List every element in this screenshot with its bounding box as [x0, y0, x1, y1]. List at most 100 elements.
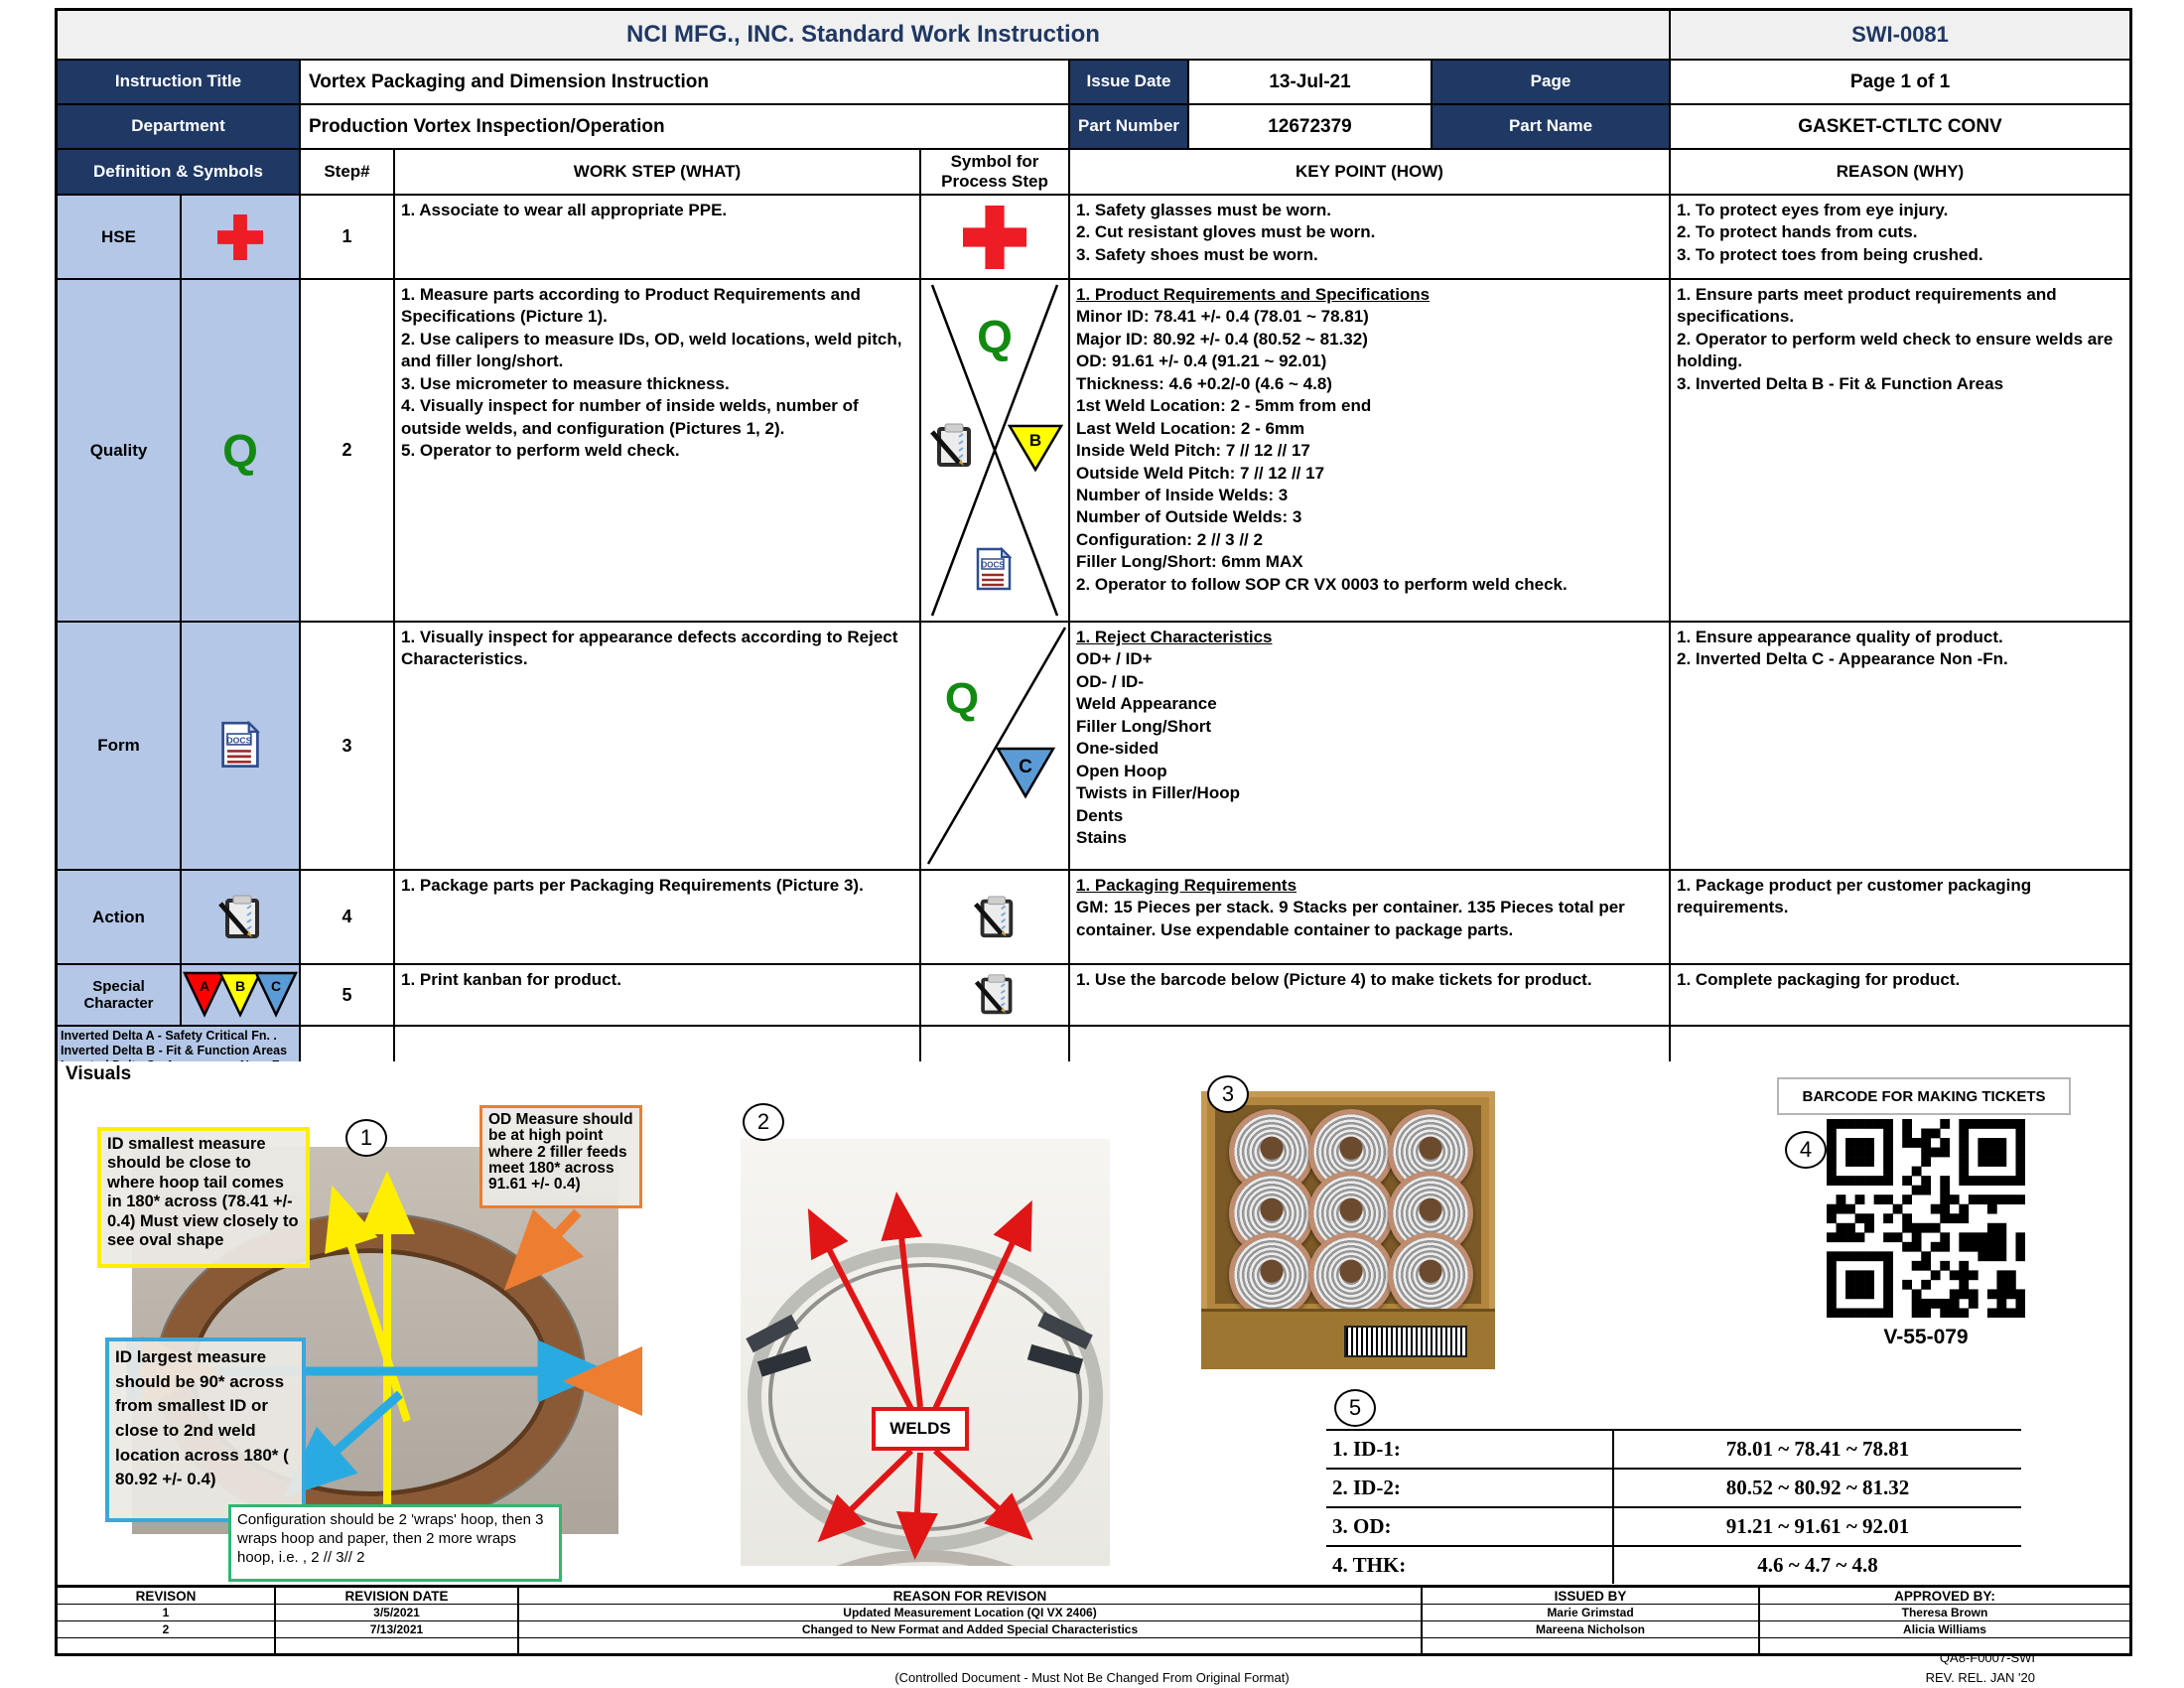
revision-row: 1 3/5/2021 Updated Measurement Location … — [58, 1605, 2129, 1621]
key-point-cell: 1. Reject Characteristics OD+ / ID+ OD- … — [1070, 623, 1671, 871]
inverted-delta-legend: Inverted Delta A - Safety Critical Fn. .… — [58, 1027, 301, 1064]
rev-approved-by: Alicia Williams — [1760, 1621, 2129, 1638]
box-barcode-sticker — [1344, 1326, 1467, 1357]
rev-issued-by: Marie Grimstad — [1423, 1605, 1760, 1621]
key-point-text: OD+ / ID+ OD- / ID- Weld Appearance Fill… — [1076, 648, 1663, 849]
definition-label-action: Action — [58, 871, 182, 965]
coil-part — [1388, 1232, 1473, 1318]
issue-date-value: 13-Jul-21 — [1189, 61, 1433, 105]
page-label: Page — [1433, 61, 1671, 105]
department-label: Department — [58, 105, 301, 150]
docs-icon — [220, 721, 260, 771]
svg-text:B: B — [235, 978, 245, 994]
table-row: 4. THK: 4.6 ~ 4.7 ~ 4.8 — [1326, 1547, 2021, 1584]
box-front-face — [1201, 1309, 1495, 1369]
part-name-value: GASKET-CTLTC CONV — [1671, 105, 2129, 150]
key-point-title: 1. Packaging Requirements — [1076, 875, 1663, 897]
dim-label: 3. OD: — [1326, 1508, 1614, 1545]
instruction-title-value: Vortex Packaging and Dimension Instructi… — [301, 61, 1070, 105]
reason-text: 1. Package product per customer packagin… — [1671, 871, 2129, 965]
empty-cell — [301, 1027, 395, 1064]
col-definition: Definition & Symbols — [58, 150, 301, 196]
definition-symbol-form — [182, 623, 301, 871]
department-row: Department Production Vortex Inspection/… — [58, 105, 2129, 150]
step-number: 5 — [301, 965, 395, 1027]
picture2-welds-photo: WELDS — [741, 1139, 1110, 1566]
inverted-delta-b-icon: B — [1010, 426, 1061, 470]
empty-cell — [1070, 1027, 1671, 1064]
callout-id-smallest: ID smallest measure should be close to w… — [97, 1127, 310, 1268]
rev-issued-by: Mareena Nicholson — [1423, 1621, 1760, 1638]
rev-col-issued: ISSUED BY — [1423, 1588, 1760, 1605]
clipboard-icon — [216, 894, 264, 941]
inverted-delta-a-icon: A — [185, 973, 224, 1015]
revision-header-row: REVISON REVISION DATE REASON FOR REVISON… — [58, 1588, 2129, 1605]
callout-od-measure: OD Measure should be at high point where… — [479, 1105, 642, 1208]
picture2-number: 2 — [743, 1103, 784, 1141]
callout-configuration: Configuration should be 2 'wraps' hoop, … — [228, 1504, 562, 1582]
yellow-diagonal-arrow — [336, 1196, 407, 1421]
dim-value: 80.52 ~ 80.92 ~ 81.32 — [1614, 1470, 2021, 1506]
inverted-delta-c-icon: C — [998, 749, 1053, 796]
coils-grid — [1229, 1109, 1477, 1320]
visuals-section: Visuals 1 ID smallest measure should be … — [55, 1061, 2132, 1585]
part-name-label: Part Name — [1433, 105, 1671, 150]
picture3-packaging-photo — [1201, 1091, 1495, 1369]
department-value: Production Vortex Inspection/Operation — [301, 105, 1070, 150]
dimension-summary-table: 1. ID-1: 78.01 ~ 78.41 ~ 78.81 2. ID-2: … — [1326, 1429, 2021, 1584]
definition-label-special: Special Character — [58, 965, 182, 1027]
work-step-text: 1. Visually inspect for appearance defec… — [395, 623, 921, 871]
step-row-hse: HSE 1 1. Associate to wear all appropria… — [58, 196, 2129, 280]
controlled-document-note: (Controlled Document - Must Not Be Chang… — [0, 1670, 2184, 1685]
red-cross-icon — [217, 214, 263, 260]
col-work-step: WORK STEP (WHAT) — [395, 150, 921, 196]
step-number: 1 — [301, 196, 395, 280]
work-step-text: 1. Print kanban for product. — [395, 965, 921, 1027]
step-number: 4 — [301, 871, 395, 965]
page-value: Page 1 of 1 — [1671, 61, 2129, 105]
clipboard-icon — [973, 973, 1017, 1017]
col-reason: REASON (WHY) — [1671, 150, 2129, 196]
revision-row: 2 7/13/2021 Changed to New Format and Ad… — [58, 1621, 2129, 1638]
rev-col-reason: REASON FOR REVISON — [519, 1588, 1423, 1605]
callout-id-largest: ID largest measure should be 90* across … — [105, 1337, 306, 1522]
col-symbol: Symbol for Process Step — [921, 150, 1070, 196]
empty-cell — [58, 1638, 276, 1653]
rev-col-date: REVISION DATE — [276, 1588, 519, 1605]
process-symbol-action — [921, 871, 1070, 965]
definition-symbol-special: A B C — [182, 965, 301, 1027]
process-symbol-form: Q C — [921, 623, 1070, 871]
footer-form-number: QA8-F0007-SWI — [1926, 1648, 2035, 1668]
rev-col-approved: APPROVED BY: — [1760, 1588, 2129, 1605]
reason-text: 1. To protect eyes from eye injury. 2. T… — [1671, 196, 2129, 280]
doc-number-text: SWI-0081 — [1851, 22, 1949, 48]
work-step-text: 1. Measure parts according to Product Re… — [395, 280, 921, 623]
form-title: NCI MFG., INC. Standard Work Instruction — [58, 11, 1671, 61]
clipboard-icon — [932, 424, 971, 467]
table-row: 2. ID-2: 80.52 ~ 80.92 ~ 81.32 — [1326, 1470, 2021, 1508]
reason-text: 1. Ensure parts meet product requirement… — [1671, 280, 2129, 623]
rev-date: 3/5/2021 — [276, 1605, 519, 1621]
picture3-number: 3 — [1207, 1075, 1249, 1113]
col-key-point: KEY POINT (HOW) — [1070, 150, 1671, 196]
step-row-form: Form 3 1. Visually inspect for appearanc… — [58, 623, 2129, 871]
form-title-text: NCI MFG., INC. Standard Work Instruction — [626, 21, 1100, 49]
rev-reason: Changed to New Format and Added Special … — [519, 1621, 1423, 1638]
qr-code-graphic — [1827, 1119, 2025, 1318]
instruction-title-row: Instruction Title Vortex Packaging and D… — [58, 61, 2129, 105]
coil-part — [1229, 1232, 1314, 1318]
svg-text:B: B — [1029, 431, 1041, 450]
legend-row: Inverted Delta A - Safety Critical Fn. .… — [58, 1027, 2129, 1064]
work-step-text: 1. Package parts per Packaging Requireme… — [395, 871, 921, 965]
barcode-title-label: BARCODE FOR MAKING TICKETS — [1777, 1077, 2071, 1115]
empty-cell — [519, 1638, 1423, 1653]
rev-date: 7/13/2021 — [276, 1621, 519, 1638]
red-cross-icon — [963, 206, 1026, 269]
inverted-delta-c-icon: C — [256, 973, 296, 1015]
rev-number: 1 — [58, 1605, 276, 1621]
step-row-action: Action 4 1. Package parts per Packaging … — [58, 871, 2129, 965]
empty-cell — [1423, 1638, 1760, 1653]
key-point-text: GM: 15 Pieces per stack. 9 Stacks per co… — [1076, 897, 1663, 941]
reason-text: 1. Complete packaging for product. — [1671, 965, 2129, 1027]
table-row: 1. ID-1: 78.01 ~ 78.41 ~ 78.81 — [1326, 1431, 2021, 1470]
